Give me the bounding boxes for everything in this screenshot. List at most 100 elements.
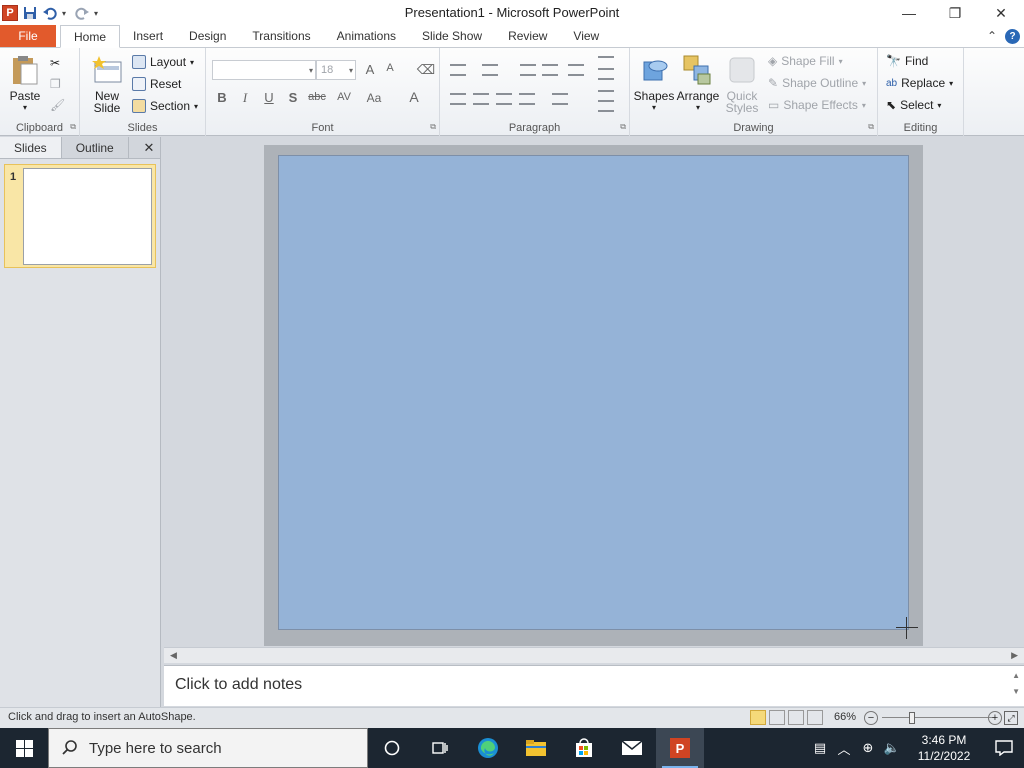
clear-formatting-icon[interactable]: ⌫ xyxy=(416,62,436,78)
clipboard-launcher-icon[interactable]: ⧉ xyxy=(70,122,76,132)
paragraph-launcher-icon[interactable]: ⧉ xyxy=(620,122,626,132)
touch-keyboard-icon[interactable]: ▤ xyxy=(808,740,832,756)
close-button[interactable]: ✕ xyxy=(978,0,1024,26)
zoom-out-icon[interactable]: − xyxy=(864,711,878,725)
columns-icon[interactable] xyxy=(552,93,568,105)
reading-view-icon[interactable] xyxy=(788,710,804,725)
tab-insert[interactable]: Insert xyxy=(120,25,176,47)
tab-design[interactable]: Design xyxy=(176,25,239,47)
undo-icon[interactable] xyxy=(42,5,58,21)
help-icon[interactable]: ? xyxy=(1005,29,1020,44)
tab-animations[interactable]: Animations xyxy=(324,25,409,47)
shape-outline-button[interactable]: ✎ Shape Outline ▾ xyxy=(768,74,866,92)
shapes-button[interactable]: Shapes ▾ xyxy=(634,54,674,114)
zoom-level[interactable]: 66% xyxy=(834,711,856,723)
fit-to-window-icon[interactable]: ⤢ xyxy=(1004,711,1018,725)
change-case-button[interactable]: Aa xyxy=(364,91,384,105)
reset-button[interactable]: Reset xyxy=(132,75,181,93)
powerpoint-taskbar-icon[interactable]: P xyxy=(656,728,704,768)
shape-effects-button[interactable]: ▭ Shape Effects ▾ xyxy=(768,96,866,114)
font-launcher-icon[interactable]: ⧉ xyxy=(430,122,436,132)
bold-button[interactable]: B xyxy=(212,90,232,105)
align-left-icon[interactable] xyxy=(450,93,466,105)
zoom-in-icon[interactable]: + xyxy=(988,711,1002,725)
shadow-button[interactable]: S xyxy=(283,90,303,105)
notes-scroll-icon[interactable]: ▲ ▼ xyxy=(1012,668,1020,700)
slide-sorter-view-icon[interactable] xyxy=(769,710,785,725)
font-size-combo[interactable]: 18 ▾ xyxy=(316,60,356,80)
slide-thumbnail[interactable] xyxy=(23,168,152,265)
normal-view-icon[interactable] xyxy=(750,710,766,725)
font-color-button[interactable]: A xyxy=(404,89,424,105)
restore-button[interactable]: ❐ xyxy=(932,0,978,26)
select-button[interactable]: ⬉ Select ▾ xyxy=(886,96,941,114)
increase-indent-icon[interactable] xyxy=(542,64,558,76)
zoom-slider-thumb[interactable] xyxy=(909,712,915,724)
align-text-icon[interactable] xyxy=(598,78,614,92)
scroll-left-icon[interactable]: ◀ xyxy=(170,650,177,661)
save-icon[interactable] xyxy=(22,5,38,21)
tab-file[interactable]: File xyxy=(0,25,56,47)
align-right-icon[interactable] xyxy=(496,93,512,105)
edge-browser-icon[interactable] xyxy=(464,728,512,768)
scroll-right-icon[interactable]: ▶ xyxy=(1011,650,1018,661)
align-center-icon[interactable] xyxy=(473,93,489,105)
quick-styles-button[interactable]: Quick Styles xyxy=(722,54,762,114)
volume-muted-icon[interactable]: 🔈 xyxy=(880,740,904,756)
numbering-icon[interactable] xyxy=(482,64,498,76)
redo-icon[interactable] xyxy=(74,5,90,21)
convert-smartart-icon[interactable] xyxy=(598,100,614,112)
font-name-combo[interactable]: ▾ xyxy=(212,60,316,80)
close-pane-icon[interactable]: ✕ xyxy=(138,137,160,158)
mail-icon[interactable] xyxy=(608,728,656,768)
taskbar-search[interactable]: Type here to search xyxy=(48,728,368,768)
tab-review[interactable]: Review xyxy=(495,25,560,47)
decrease-indent-icon[interactable] xyxy=(520,64,536,76)
character-spacing-button[interactable]: AV xyxy=(334,91,354,103)
grow-font-icon[interactable]: A xyxy=(360,62,380,77)
line-spacing-icon[interactable] xyxy=(568,64,584,76)
text-direction-icon[interactable] xyxy=(598,56,614,70)
copy-icon[interactable]: ❐ xyxy=(50,75,61,93)
undo-dropdown-icon[interactable]: ▾ xyxy=(62,9,70,18)
notifications-icon[interactable] xyxy=(984,740,1024,756)
customize-qat-icon[interactable]: ▾ xyxy=(94,9,102,18)
format-painter-icon[interactable]: 🖌 xyxy=(50,96,65,114)
slide-thumbnail-item[interactable]: 1 xyxy=(4,164,156,268)
network-icon[interactable]: ⊕ xyxy=(856,740,880,756)
tab-transitions[interactable]: Transitions xyxy=(239,25,323,47)
justify-icon[interactable] xyxy=(519,93,535,105)
italic-button[interactable]: I xyxy=(235,90,255,106)
horizontal-scrollbar[interactable]: ◀ ▶ xyxy=(164,647,1024,663)
shape-fill-button[interactable]: ◈ Shape Fill ▾ xyxy=(768,52,843,70)
powerpoint-app-icon[interactable]: P xyxy=(2,5,18,21)
bullets-icon[interactable] xyxy=(450,64,466,76)
file-explorer-icon[interactable] xyxy=(512,728,560,768)
paste-button[interactable]: Paste ▾ xyxy=(6,54,44,114)
collapse-ribbon-icon[interactable]: ⌃ xyxy=(987,29,997,44)
drawing-launcher-icon[interactable]: ⧉ xyxy=(868,122,874,132)
tab-outline[interactable]: Outline xyxy=(62,137,129,158)
zoom-slider[interactable]: − + ⤢ xyxy=(864,710,1020,726)
new-slide-button[interactable]: New Slide xyxy=(88,54,126,114)
layout-button[interactable]: Layout ▾ xyxy=(132,53,194,71)
cortana-icon[interactable] xyxy=(368,728,416,768)
notes-placeholder[interactable]: Click to add notes xyxy=(175,676,302,694)
minimize-button[interactable]: — xyxy=(886,0,932,26)
find-button[interactable]: 🔭 Find xyxy=(886,52,928,70)
tab-slides[interactable]: Slides xyxy=(0,137,62,158)
tab-home[interactable]: Home xyxy=(60,25,121,48)
start-button[interactable] xyxy=(0,728,48,768)
notes-pane[interactable]: Click to add notes ▲ ▼ xyxy=(164,665,1024,706)
underline-button[interactable]: U xyxy=(259,90,279,105)
microsoft-store-icon[interactable] xyxy=(560,728,608,768)
tab-view[interactable]: View xyxy=(560,25,612,47)
task-view-icon[interactable] xyxy=(416,728,464,768)
section-button[interactable]: Section ▾ xyxy=(132,97,198,115)
tab-slide-show[interactable]: Slide Show xyxy=(409,25,495,47)
show-hidden-icons-icon[interactable]: ︿ xyxy=(832,739,856,758)
strikethrough-button[interactable]: abc xyxy=(307,91,327,103)
slide-shape-preview[interactable] xyxy=(278,155,909,630)
cut-icon[interactable]: ✂ xyxy=(50,54,60,72)
clock[interactable]: 3:46 PM 11/2/2022 xyxy=(904,732,984,764)
